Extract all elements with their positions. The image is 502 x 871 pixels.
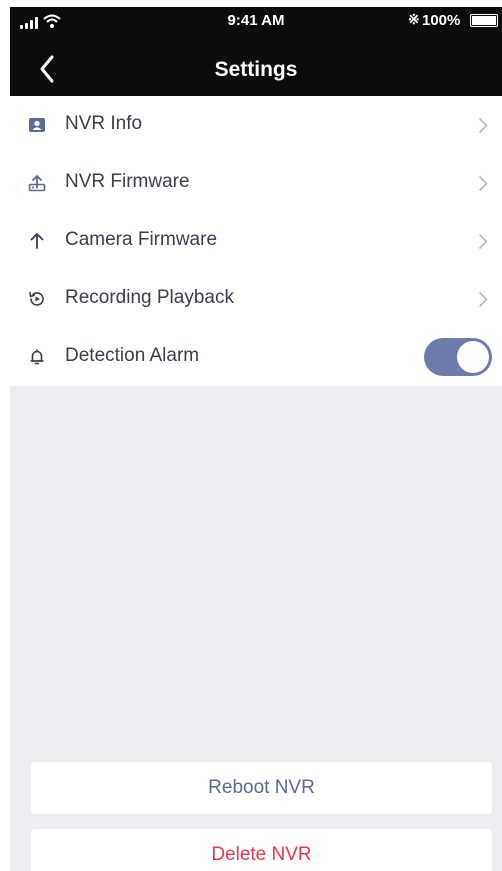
menu-item-detection-alarm: Detection Alarm xyxy=(10,328,502,386)
page-title: Settings xyxy=(214,58,298,81)
menu-item-recording-playback[interactable]: Recording Playback xyxy=(10,270,502,328)
upload-icon xyxy=(28,175,46,192)
bell-icon xyxy=(30,349,44,365)
menu-item-label: Camera Firmware xyxy=(65,229,218,250)
detection-alarm-toggle[interactable] xyxy=(424,338,492,376)
battery-icon xyxy=(470,14,498,27)
menu-item-nvr-firmware[interactable]: NVR Firmware xyxy=(10,154,502,212)
chevron-right-icon xyxy=(478,117,488,134)
menu-item-camera-firmware[interactable]: Camera Firmware xyxy=(10,212,502,270)
chevron-right-icon xyxy=(478,175,488,192)
reboot-nvr-button[interactable]: Reboot NVR xyxy=(31,762,492,814)
menu-item-label: NVR Info xyxy=(65,113,143,134)
menu-item-label: Detection Alarm xyxy=(65,345,200,366)
nvr-info-icon xyxy=(29,118,45,132)
arrow-up-icon xyxy=(30,233,44,249)
menu-item-label: Recording Playback xyxy=(65,287,234,308)
playback-icon xyxy=(29,291,44,306)
menu-item-nvr-info[interactable]: NVR Info xyxy=(10,96,502,154)
settings-screen: 9:41 AM ※ 100% Settings NVR Info NVR Fir… xyxy=(10,7,502,871)
battery-percent: 100% xyxy=(422,12,461,29)
bluetooth-icon: ※ xyxy=(408,11,420,27)
settings-menu: NVR Info NVR Firmware Camera Firmware Re… xyxy=(10,96,502,386)
menu-item-label: NVR Firmware xyxy=(65,171,190,192)
chevron-right-icon xyxy=(478,233,488,250)
chevron-right-icon xyxy=(478,291,488,308)
top-bar: 9:41 AM ※ 100% Settings xyxy=(10,7,502,96)
toggle-knob xyxy=(457,341,489,373)
delete-nvr-button[interactable]: Delete NVR xyxy=(31,829,492,871)
